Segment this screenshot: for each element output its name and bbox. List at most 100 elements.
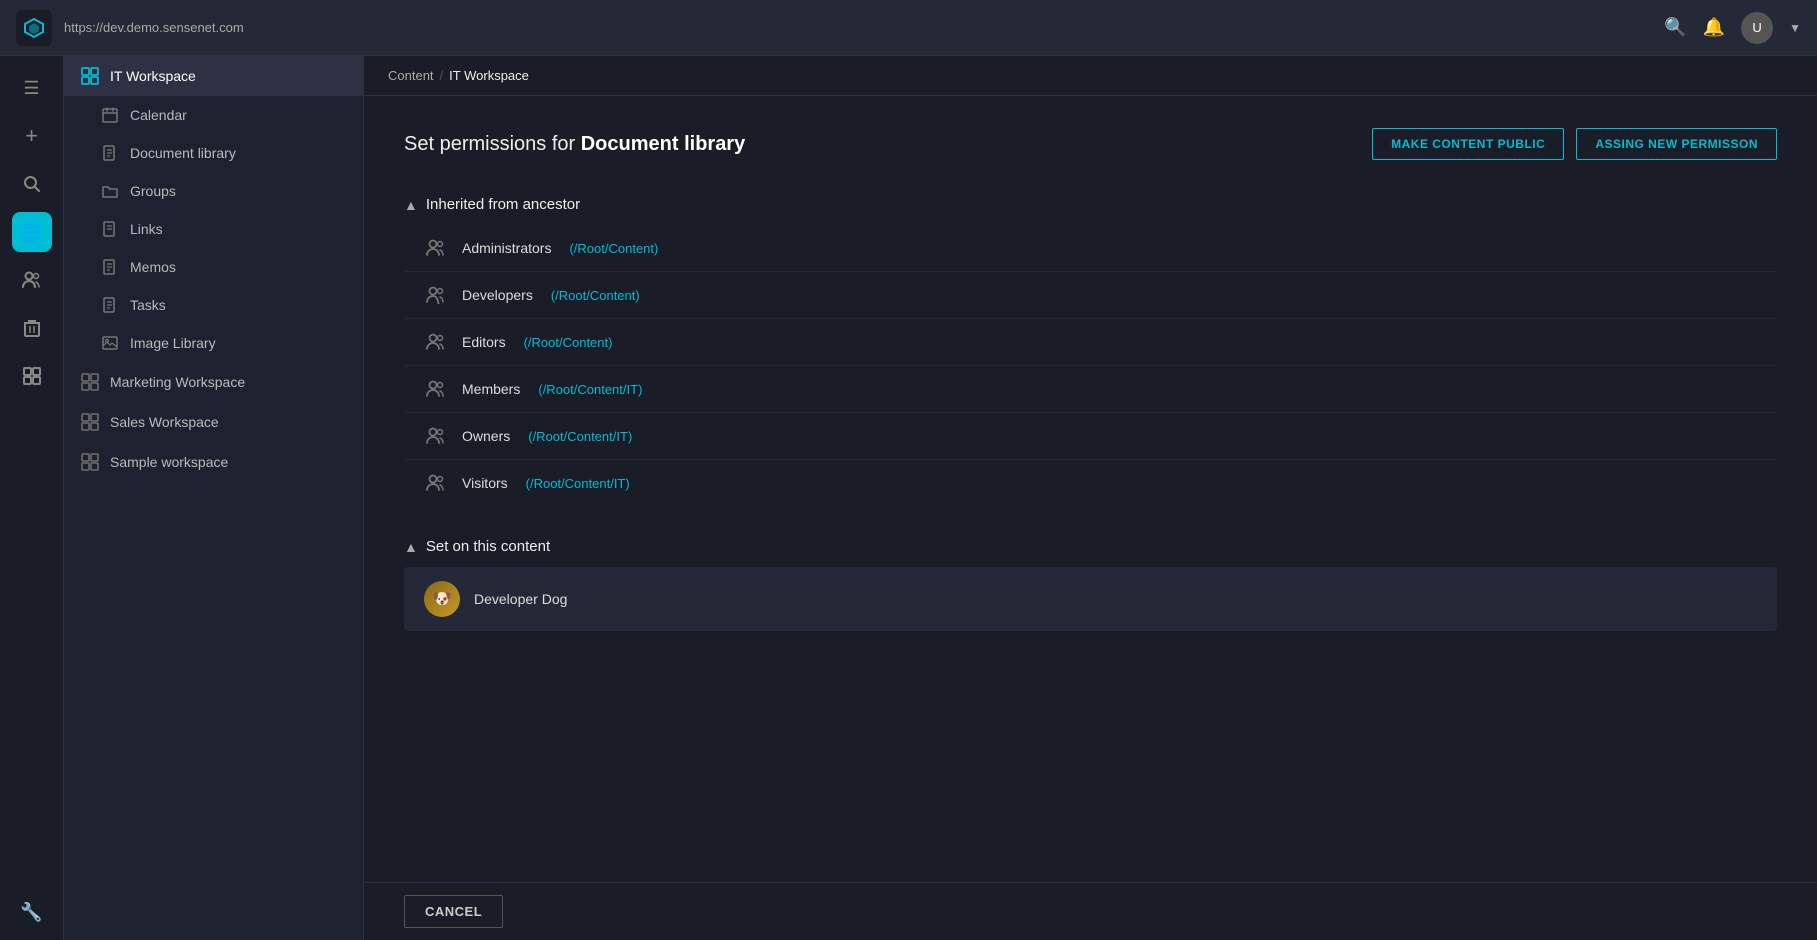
group-icon [424,286,448,304]
sidebar-item-marketing-workspace[interactable]: Marketing Workspace [64,362,363,402]
sidebar-item-it-workspace[interactable]: IT Workspace [64,56,363,96]
plus-icon[interactable]: + [12,116,52,156]
sidebar-item-label: Groups [130,183,176,199]
set-on-content-section-header[interactable]: ▲ Set on this content [404,530,1777,563]
group-icon [424,239,448,257]
set-on-content-section: ▲ Set on this content 🐶 Developer Dog [404,530,1777,631]
sidebar-item-label: Sample workspace [110,454,228,470]
workspace-icon [80,412,100,432]
chevron-up-icon: ▲ [404,539,418,555]
content-footer: CANCEL [364,882,1817,940]
trash-icon[interactable] [12,308,52,348]
sidebar-item-memos[interactable]: Memos [64,248,363,286]
inherited-section-header[interactable]: ▲ Inherited from ancestor [404,188,1777,221]
hamburger-menu-icon[interactable]: ☰ [12,68,52,108]
people-icon[interactable] [12,260,52,300]
perm-name-editors: Editors [462,334,506,350]
search-icon[interactable] [12,164,52,204]
sidebar-item-sales-workspace[interactable]: Sales Workspace [64,402,363,442]
perm-path-developers: (/Root/Content) [551,288,640,303]
workspace-icon [80,452,100,472]
calendar-icon [100,105,120,125]
sidebar-item-label: Sales Workspace [110,414,219,430]
content-area: Content / IT Workspace Set permissions f… [364,56,1817,940]
perm-name-developers: Developers [462,287,533,303]
perm-name-administrators: Administrators [462,240,551,256]
perm-path-administrators: (/Root/Content) [569,241,658,256]
content-row-developer-dog[interactable]: 🐶 Developer Dog [404,567,1777,631]
permission-row-editors: Editors (/Root/Content) [404,319,1777,366]
perm-path-visitors: (/Root/Content/IT) [526,476,630,491]
set-on-content-section-title: Set on this content [426,538,550,555]
sidebar-item-label: Memos [130,259,176,275]
inherited-section-title: Inherited from ancestor [426,196,580,213]
topbar-actions: 🔍 🔔 U ▼ [1664,12,1801,44]
inherited-section: ▲ Inherited from ancestor Administrators… [404,188,1777,506]
group-icon [424,427,448,445]
links-icon [100,219,120,239]
sidebar-item-document-library[interactable]: Document library [64,134,363,172]
sidebar-item-tasks[interactable]: Tasks [64,286,363,324]
sidebar-item-label: Marketing Workspace [110,374,245,390]
group-icon [424,380,448,398]
perm-name-members: Members [462,381,520,397]
image-icon [100,333,120,353]
perm-name-owners: Owners [462,428,510,444]
permissions-actions: MAKE CONTENT PUBLIC ASSING NEW PERMISSON [1372,128,1777,160]
breadcrumb-current-page: IT Workspace [449,68,529,83]
sidebar-item-label: Document library [130,145,236,161]
sidebar-item-label: Tasks [130,297,166,313]
permissions-title: Set permissions for Document library [404,133,745,156]
perm-path-editors: (/Root/Content) [524,335,613,350]
widgets-icon[interactable] [12,356,52,396]
perm-path-members: (/Root/Content/IT) [538,382,642,397]
permissions-title-target: Document library [581,133,745,155]
group-icon [424,333,448,351]
sidebar-item-sample-workspace[interactable]: Sample workspace [64,442,363,482]
sidebar-item-image-library[interactable]: Image Library [64,324,363,362]
chevron-up-icon: ▲ [404,197,418,213]
topbar-bell-icon[interactable]: 🔔 [1703,17,1725,38]
workspace-icon [80,66,100,86]
user-menu-chevron-icon[interactable]: ▼ [1789,21,1801,35]
permissions-header: Set permissions for Document library MAK… [404,128,1777,160]
cancel-button[interactable]: CANCEL [404,895,503,928]
tasks-icon [100,295,120,315]
workspace-icon [80,372,100,392]
perm-name-visitors: Visitors [462,475,508,491]
document-icon [100,143,120,163]
sidebar-item-label: Calendar [130,107,187,123]
memo-icon [100,257,120,277]
permission-row-members: Members (/Root/Content/IT) [404,366,1777,413]
sidebar-item-label: Links [130,221,163,237]
permission-row-visitors: Visitors (/Root/Content/IT) [404,460,1777,506]
sidebar-item-groups[interactable]: Groups [64,172,363,210]
group-icon [424,474,448,492]
globe-icon[interactable]: 🌐 [12,212,52,252]
breadcrumb-content-link[interactable]: Content [388,68,434,83]
wrench-icon[interactable]: 🔧 [12,900,52,940]
user-avatar[interactable]: U [1741,12,1773,44]
topbar-search-icon[interactable]: 🔍 [1664,17,1686,38]
sidebar: IT Workspace Calendar Document library G… [64,56,364,940]
content-main: Set permissions for Document library MAK… [364,96,1817,882]
sidebar-item-label: IT Workspace [110,68,196,84]
assign-new-permission-button[interactable]: ASSING NEW PERMISSON [1576,128,1777,160]
main-layout: ☰ + 🌐 🔧 IT Workspace [0,56,1817,940]
sidebar-item-label: Image Library [130,335,216,351]
sidebar-item-links[interactable]: Links [64,210,363,248]
sidebar-item-calendar[interactable]: Calendar [64,96,363,134]
app-logo[interactable] [16,10,52,46]
permissions-title-prefix: Set permissions for [404,133,581,155]
icon-bar: ☰ + 🌐 🔧 [0,56,64,940]
permission-row-administrators: Administrators (/Root/Content) [404,225,1777,272]
folder-icon [100,181,120,201]
breadcrumb: Content / IT Workspace [364,56,1817,96]
make-content-public-button[interactable]: MAKE CONTENT PUBLIC [1372,128,1564,160]
url-bar: https://dev.demo.sensenet.com [64,20,1652,35]
breadcrumb-separator: / [440,68,444,83]
developer-dog-avatar: 🐶 [424,581,460,617]
permission-row-developers: Developers (/Root/Content) [404,272,1777,319]
perm-path-owners: (/Root/Content/IT) [528,429,632,444]
topbar: https://dev.demo.sensenet.com 🔍 🔔 U ▼ [0,0,1817,56]
